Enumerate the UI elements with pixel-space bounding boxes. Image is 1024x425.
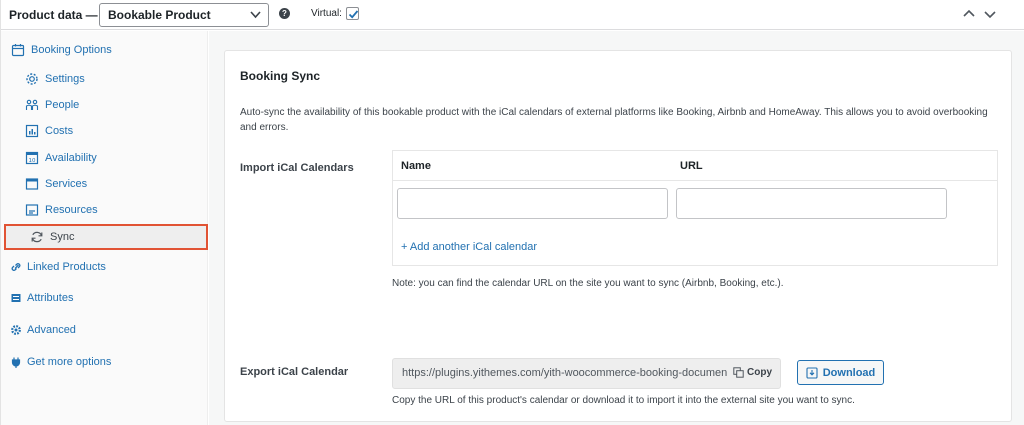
sidebar-item-label: Booking Options — [31, 44, 112, 56]
tab-advanced[interactable]: Advanced — [1, 318, 208, 342]
chevron-up-icon[interactable] — [961, 6, 977, 22]
copy-label: Copy — [747, 367, 772, 378]
panel-title: Product data — — [9, 7, 98, 22]
column-url-header: URL — [680, 160, 703, 172]
add-calendar-link[interactable]: + Add another iCal calendar — [401, 241, 537, 253]
tab-settings[interactable]: Settings — [1, 67, 208, 91]
sidebar-item-label: Costs — [45, 125, 74, 137]
export-url-field[interactable]: https://plugins.yithemes.com/yith-woocom… — [392, 358, 781, 389]
chevron-down-icon[interactable] — [982, 6, 998, 22]
copy-button[interactable]: Copy — [733, 367, 772, 378]
import-calendars-label: Import iCal Calendars — [240, 162, 354, 174]
product-type-select[interactable]: Bookable Product — [99, 3, 269, 27]
list-icon — [11, 291, 21, 305]
product-data-tabs: Booking Options Settings People Costs 10 — [1, 31, 208, 425]
import-note: Note: you can find the calendar URL on t… — [392, 278, 784, 289]
virtual-label: Virtual: — [311, 8, 342, 19]
product-data-header: Product data — Bookable Product ? Virtua… — [1, 0, 1024, 30]
gear-icon — [11, 323, 21, 337]
sync-icon — [30, 230, 44, 244]
tab-attributes[interactable]: Attributes — [1, 286, 208, 310]
costs-icon — [25, 124, 39, 138]
table-header: Name URL — [393, 151, 997, 181]
sidebar-item-label: Advanced — [27, 324, 76, 336]
gear-icon — [25, 72, 39, 86]
download-label: Download — [822, 366, 876, 379]
question-icon[interactable]: ? — [279, 8, 290, 19]
export-help-text: Copy the URL of this product's calendar … — [392, 395, 855, 406]
copy-icon — [733, 367, 744, 378]
download-button[interactable]: Download — [797, 360, 884, 385]
sidebar-item-label: Settings — [45, 73, 85, 85]
svg-text:10: 10 — [29, 158, 36, 164]
sidebar-item-label: Attributes — [27, 292, 74, 304]
services-icon — [25, 177, 39, 191]
plugin-icon — [11, 355, 21, 369]
section-description: Auto-sync the availability of this booka… — [240, 107, 988, 133]
chevron-down-icon — [250, 4, 261, 34]
people-icon — [25, 98, 39, 112]
sync-panel: Booking Sync Auto-sync the availability … — [209, 31, 1024, 425]
sidebar-item-label: Services — [45, 178, 88, 190]
export-calendar-label: Export iCal Calendar — [240, 366, 349, 378]
sidebar-item-label: People — [45, 99, 80, 111]
calendar-url-input[interactable] — [676, 188, 947, 219]
tab-booking-options[interactable]: Booking Options — [1, 38, 208, 62]
tab-costs[interactable]: Costs — [1, 119, 208, 143]
section-title: Booking Sync — [240, 69, 321, 83]
import-calendars-table: Name URL + Add another iCal calendar — [392, 150, 998, 266]
virtual-checkbox[interactable] — [346, 7, 359, 20]
sidebar-item-label: Availability — [45, 152, 97, 164]
product-type-value: Bookable Product — [108, 8, 211, 22]
download-icon — [806, 366, 818, 379]
sidebar-item-label: Sync — [50, 231, 75, 243]
link-icon — [11, 260, 21, 274]
tab-sync[interactable]: Sync — [4, 224, 208, 250]
resources-icon — [25, 203, 39, 217]
sidebar-item-label: Resources — [45, 204, 98, 216]
calendar-icon — [11, 43, 25, 57]
tab-people[interactable]: People — [1, 93, 208, 117]
column-name-header: Name — [401, 160, 431, 172]
calendar-name-input[interactable] — [397, 188, 668, 219]
sidebar-item-label: Get more options — [27, 356, 112, 368]
product-data-panel: Product data — Bookable Product ? Virtua… — [0, 0, 1024, 425]
booking-sync-card: Booking Sync Auto-sync the availability … — [224, 50, 1012, 422]
availability-calendar-icon: 10 — [25, 151, 39, 165]
sidebar-item-label: Linked Products — [27, 261, 106, 273]
tab-resources[interactable]: Resources — [1, 198, 208, 222]
tab-availability[interactable]: 10 Availability — [1, 146, 208, 170]
tab-linked-products[interactable]: Linked Products — [1, 255, 208, 279]
tab-get-more-options[interactable]: Get more options — [1, 350, 208, 374]
tab-services[interactable]: Services — [1, 172, 208, 196]
export-url-value: https://plugins.yithemes.com/yith-woocom… — [402, 367, 727, 379]
